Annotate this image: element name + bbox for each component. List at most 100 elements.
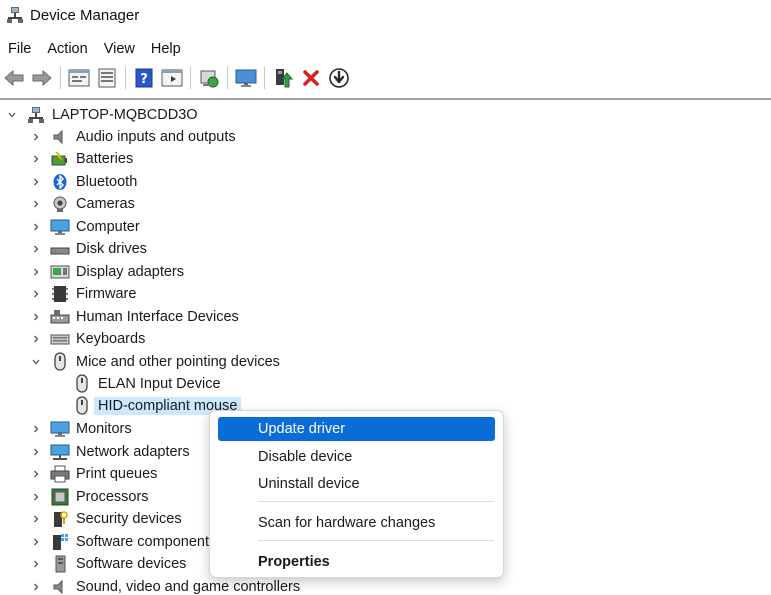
tree-item-monitors[interactable]: Monitors — [30, 418, 132, 440]
tree-item-label: Display adapters — [76, 264, 184, 280]
tree-item-computer[interactable]: Computer — [30, 216, 140, 238]
device-list-button[interactable] — [95, 66, 119, 90]
tree-item-label: Firmware — [76, 286, 137, 302]
speaker-icon — [50, 127, 70, 147]
chevron-right-icon[interactable] — [30, 153, 42, 165]
action-pane-button[interactable] — [160, 66, 184, 90]
menu-scan-hardware-changes[interactable]: Scan for hardware changes — [218, 511, 495, 535]
menu-view[interactable]: View — [96, 41, 143, 57]
help-button[interactable]: ? — [132, 66, 156, 90]
chevron-right-icon[interactable] — [30, 176, 42, 188]
tree-item-hid[interactable]: Human Interface Devices — [30, 306, 239, 328]
tree-item-label: Software components — [76, 534, 217, 550]
processor-icon — [50, 487, 70, 507]
tree-item-sound-video-game[interactable]: Sound, video and game controllers — [30, 576, 300, 595]
menu-file[interactable]: File — [0, 41, 39, 57]
tree-root[interactable]: LAPTOP-MQBCDD3O — [6, 104, 198, 126]
tree-item-label: Processors — [76, 489, 149, 505]
toolbar-separator — [60, 67, 61, 89]
scan-hardware-button[interactable] — [197, 66, 221, 90]
tree-item-mice[interactable]: Mice and other pointing devices — [30, 351, 280, 373]
menu-uninstall-device[interactable]: Uninstall device — [218, 472, 495, 496]
uninstall-icon — [303, 70, 319, 86]
tree-item-batteries[interactable]: Batteries — [30, 148, 133, 170]
software-component-icon — [50, 532, 70, 552]
tree-item-processors[interactable]: Processors — [30, 486, 149, 508]
menu-action[interactable]: Action — [39, 41, 95, 57]
chevron-down-icon[interactable] — [30, 356, 42, 368]
menu-disable-device[interactable]: Disable device — [218, 445, 495, 469]
menu-properties[interactable]: Properties — [218, 550, 495, 574]
chevron-right-icon[interactable] — [30, 446, 42, 458]
chevron-right-icon[interactable] — [30, 311, 42, 323]
tree-item-label: Human Interface Devices — [76, 309, 239, 325]
menu-separator — [258, 540, 494, 541]
tree-item-label: Keyboards — [76, 331, 146, 347]
keyboard-icon — [50, 329, 70, 349]
toolbar-separator — [190, 67, 191, 89]
tree-item-audio[interactable]: Audio inputs and outputs — [30, 126, 236, 148]
properties-button[interactable] — [67, 66, 91, 90]
forward-button[interactable] — [30, 66, 54, 90]
toolbar-divider — [0, 98, 771, 100]
action-pane-icon — [161, 69, 183, 87]
tree-item-software-devices[interactable]: Software devices — [30, 553, 186, 575]
bluetooth-icon — [50, 172, 70, 192]
chevron-right-icon[interactable] — [30, 536, 42, 548]
menu-help[interactable]: Help — [143, 41, 189, 57]
chevron-right-icon[interactable] — [30, 131, 42, 143]
tree-item-disk-drives[interactable]: Disk drives — [30, 238, 147, 260]
window-title: Device Manager — [30, 6, 140, 24]
chevron-right-icon[interactable] — [30, 198, 42, 210]
tree-item-software-components[interactable]: Software components — [30, 531, 216, 553]
tree-item-print-queues[interactable]: Print queues — [30, 463, 157, 485]
tree-item-label: Audio inputs and outputs — [76, 129, 236, 145]
uninstall-button[interactable] — [299, 66, 323, 90]
toolbar-separator — [264, 67, 265, 89]
chevron-right-icon[interactable] — [30, 243, 42, 255]
chevron-right-icon[interactable] — [30, 558, 42, 570]
back-arrow-icon — [4, 69, 24, 87]
properties-icon — [68, 69, 90, 87]
chevron-right-icon[interactable] — [30, 333, 42, 345]
title-bar: Device Manager — [0, 0, 771, 30]
chevron-right-icon[interactable] — [30, 221, 42, 233]
chevron-right-icon[interactable] — [30, 491, 42, 503]
monitor-icon — [50, 419, 70, 439]
chevron-right-icon[interactable] — [30, 288, 42, 300]
update-driver-button[interactable] — [271, 66, 295, 90]
tree-item-label: Network adapters — [76, 444, 190, 460]
menu-bar: File Action View Help — [0, 38, 189, 60]
tree-item-network-adapters[interactable]: Network adapters — [30, 441, 190, 463]
tree-item-cameras[interactable]: Cameras — [30, 193, 135, 215]
tree-item-label: ELAN Input Device — [98, 376, 221, 392]
toolbar-separator — [227, 67, 228, 89]
toolbar: ? — [0, 62, 771, 94]
chevron-right-icon[interactable] — [30, 513, 42, 525]
download-button[interactable] — [327, 66, 351, 90]
tree-item-keyboards[interactable]: Keyboards — [30, 328, 145, 350]
forward-arrow-icon — [32, 69, 52, 87]
hid-icon — [50, 307, 70, 327]
svg-text:?: ? — [140, 72, 148, 87]
back-button[interactable] — [2, 66, 26, 90]
security-icon — [50, 509, 70, 529]
tree-item-display-adapters[interactable]: Display adapters — [30, 261, 184, 283]
chevron-right-icon[interactable] — [30, 266, 42, 278]
tree-item-label: Cameras — [76, 196, 135, 212]
chevron-right-icon[interactable] — [30, 423, 42, 435]
chevron-right-icon[interactable] — [30, 581, 42, 593]
chevron-right-icon[interactable] — [30, 468, 42, 480]
tree-item-security-devices[interactable]: Security devices — [30, 508, 182, 530]
update-driver-icon — [276, 69, 293, 88]
tree-item-firmware[interactable]: Firmware — [30, 283, 136, 305]
toolbar-separator — [125, 67, 126, 89]
context-menu: Update driver Disable device Uninstall d… — [209, 410, 504, 578]
chevron-down-icon[interactable] — [6, 109, 18, 121]
monitor-button[interactable] — [234, 66, 258, 90]
help-icon: ? — [135, 68, 153, 88]
tree-item-label: Security devices — [76, 511, 182, 527]
tree-item-bluetooth[interactable]: Bluetooth — [30, 171, 137, 193]
menu-update-driver[interactable]: Update driver — [218, 417, 495, 441]
tree-item-elan-input-device[interactable]: ELAN Input Device — [58, 373, 221, 395]
